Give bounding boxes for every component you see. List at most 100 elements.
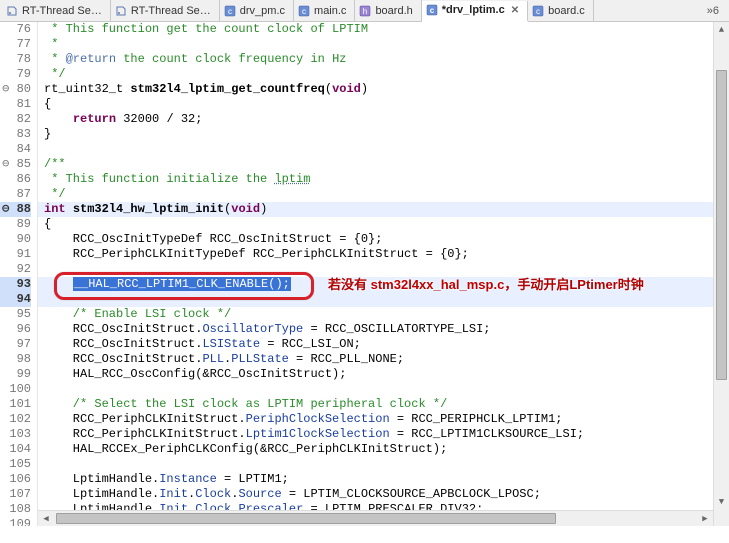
code-line[interactable]: * xyxy=(44,37,713,52)
code-token: = RCC_LSI_ON; xyxy=(260,337,361,351)
code-token: RCC_PeriphCLKInitStruct. xyxy=(44,412,246,426)
code-token: ( xyxy=(325,82,332,96)
svg-text:c: c xyxy=(228,7,232,16)
code-line[interactable] xyxy=(44,292,713,307)
code-token: OscillatorType xyxy=(202,322,303,336)
code-line[interactable]: */ xyxy=(44,67,713,82)
code-area[interactable]: 若没有 stm32l4xx_hal_msp.c，手动开启LPtimer时钟 * … xyxy=(38,22,713,526)
code-token xyxy=(44,112,73,126)
code-line[interactable]: RCC_OscInitStruct.LSIState = RCC_LSI_ON; xyxy=(44,337,713,352)
code-line[interactable]: int stm32l4_hw_lptim_init(void) xyxy=(44,202,713,217)
code-line[interactable] xyxy=(44,382,713,397)
code-line[interactable]: RCC_OscInitTypeDef RCC_OscInitStruct = {… xyxy=(44,232,713,247)
code-token: HAL_RCC_OscConfig(&RCC_OscInitStruct); xyxy=(44,367,346,381)
line-number: 79 xyxy=(0,67,31,82)
code-token: stm32l4_hw_lptim_init xyxy=(73,202,224,216)
file-icon: c xyxy=(298,5,310,17)
code-line[interactable]: /* Select the LSI clock as LPTIM periphe… xyxy=(44,397,713,412)
line-number: 108 xyxy=(0,502,31,517)
tab-overflow-button[interactable]: »6 xyxy=(697,5,729,17)
code-line[interactable]: } xyxy=(44,127,713,142)
code-token: ) xyxy=(260,202,267,216)
code-line[interactable]: rt_uint32_t stm32l4_lptim_get_countfreq(… xyxy=(44,82,713,97)
tab-5[interactable]: c*drv_lptim.c✕ xyxy=(422,1,528,22)
code-token: * xyxy=(44,52,66,66)
code-token xyxy=(44,277,73,291)
code-token: PLLState xyxy=(231,352,289,366)
tab-1[interactable]: RT-Thread Se… xyxy=(111,0,220,21)
code-token: 32000 / 32; xyxy=(116,112,202,126)
tab-2[interactable]: cdrv_pm.c xyxy=(220,0,294,21)
code-token: ) xyxy=(361,82,368,96)
code-line[interactable]: RCC_OscInitStruct.PLL.PLLState = RCC_PLL… xyxy=(44,352,713,367)
close-icon[interactable]: ✕ xyxy=(511,5,519,16)
code-token: stm32l4_lptim_get_countfreq xyxy=(130,82,324,96)
code-line[interactable]: HAL_RCC_OscConfig(&RCC_OscInitStruct); xyxy=(44,367,713,382)
line-number: 86 xyxy=(0,172,31,187)
tab-6[interactable]: cboard.c xyxy=(528,0,594,21)
code-line[interactable]: RCC_PeriphCLKInitStruct.Lptim1ClockSelec… xyxy=(44,427,713,442)
line-number: 98 xyxy=(0,352,31,367)
code-token: */ xyxy=(44,187,66,201)
code-line[interactable]: /** xyxy=(44,157,713,172)
code-token: = RCC_LPTIM1CLKSOURCE_LSI; xyxy=(390,427,584,441)
vertical-scrollbar[interactable]: ▲ ▼ xyxy=(713,22,729,526)
line-number: 97 xyxy=(0,337,31,352)
code-token: @return xyxy=(66,52,116,66)
code-line[interactable]: { xyxy=(44,217,713,232)
horizontal-scrollbar[interactable]: ◀ ▶ xyxy=(38,510,713,526)
code-line[interactable]: * This function initialize the lptim xyxy=(44,172,713,187)
scroll-right-icon[interactable]: ▶ xyxy=(697,511,713,526)
code-line[interactable]: LptimHandle.Instance = LPTIM1; xyxy=(44,472,713,487)
line-number: 91 xyxy=(0,247,31,262)
horizontal-scroll-thumb[interactable] xyxy=(56,513,556,524)
code-line[interactable]: */ xyxy=(44,187,713,202)
code-line[interactable]: HAL_RCCEx_PeriphCLKConfig(&RCC_PeriphCLK… xyxy=(44,442,713,457)
code-line[interactable]: RCC_PeriphCLKInitTypeDef RCC_PeriphCLKIn… xyxy=(44,247,713,262)
code-token: = RCC_PERIPHCLK_LPTIM1; xyxy=(390,412,563,426)
code-line[interactable]: RCC_PeriphCLKInitStruct.PeriphClockSelec… xyxy=(44,412,713,427)
file-icon: c xyxy=(532,5,544,17)
line-number: 82 xyxy=(0,112,31,127)
file-icon: c xyxy=(224,5,236,17)
scroll-left-icon[interactable]: ◀ xyxy=(38,511,54,526)
code-line[interactable] xyxy=(44,142,713,157)
code-line[interactable] xyxy=(44,262,713,277)
line-number: 90 xyxy=(0,232,31,247)
code-token: { xyxy=(44,217,51,231)
code-editor[interactable]: 76777879⊖ 8081828384⊖ 858687⊖ 8889909192… xyxy=(0,22,729,526)
code-line[interactable]: RCC_OscInitStruct.OscillatorType = RCC_O… xyxy=(44,322,713,337)
line-number: 87 xyxy=(0,187,31,202)
tab-3[interactable]: cmain.c xyxy=(294,0,355,21)
code-token: Source xyxy=(238,487,281,501)
code-line[interactable]: * This function get the count clock of L… xyxy=(44,22,713,37)
scroll-down-icon[interactable]: ▼ xyxy=(714,494,729,510)
code-token: } xyxy=(44,127,51,141)
scroll-up-icon[interactable]: ▲ xyxy=(714,22,729,38)
tab-label: board.h xyxy=(375,5,412,17)
svg-text:h: h xyxy=(363,7,367,16)
line-number: 105 xyxy=(0,457,31,472)
tab-0[interactable]: RT-Thread Se… xyxy=(2,0,111,21)
code-line[interactable]: LptimHandle.Init.Clock.Source = LPTIM_CL… xyxy=(44,487,713,502)
tab-4[interactable]: h board.h xyxy=(355,0,421,21)
code-line[interactable]: /* Enable LSI clock */ xyxy=(44,307,713,322)
code-token: = RCC_OSCILLATORTYPE_LSI; xyxy=(303,322,490,336)
svg-text:c: c xyxy=(536,7,540,16)
line-number: 81 xyxy=(0,97,31,112)
code-token: the count clock frequency in Hz xyxy=(116,52,346,66)
code-token: * This function get the count clock of L… xyxy=(44,22,368,36)
code-token: HAL_RCCEx_PeriphCLKConfig(&RCC_PeriphCLK… xyxy=(44,442,447,456)
code-token: lptim xyxy=(274,172,310,186)
code-line[interactable]: * @return the count clock frequency in H… xyxy=(44,52,713,67)
code-line[interactable]: return 32000 / 32; xyxy=(44,112,713,127)
code-line[interactable] xyxy=(44,457,713,472)
code-line[interactable]: __HAL_RCC_LPTIM1_CLK_ENABLE(); xyxy=(44,277,713,292)
code-line[interactable]: { xyxy=(44,97,713,112)
vertical-scroll-thumb[interactable] xyxy=(716,70,727,380)
line-number: 99 xyxy=(0,367,31,382)
line-number: 101 xyxy=(0,397,31,412)
file-icon: h xyxy=(359,5,371,17)
code-token: Lptim1ClockSelection xyxy=(246,427,390,441)
file-icon xyxy=(6,5,18,17)
